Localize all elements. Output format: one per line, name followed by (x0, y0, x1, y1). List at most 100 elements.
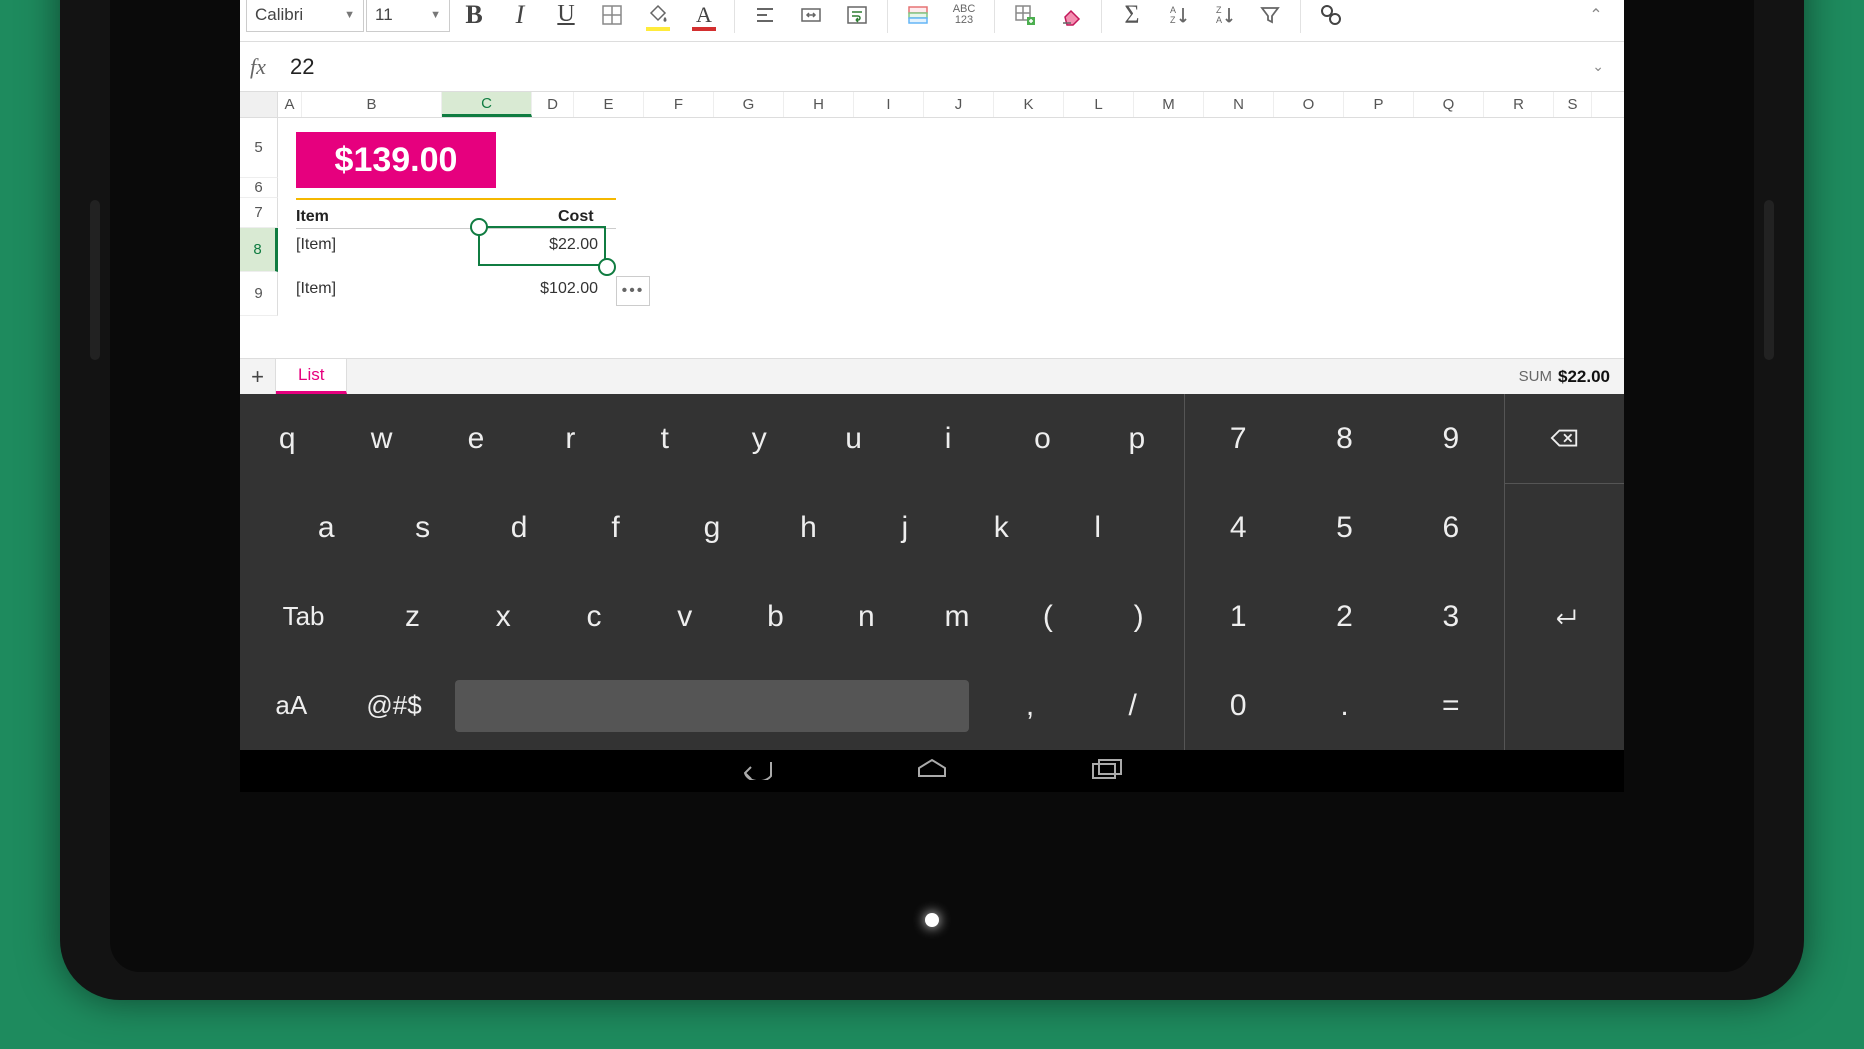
cell-item-r9[interactable]: [Item] (296, 280, 336, 298)
add-sheet-button[interactable]: + (240, 359, 276, 394)
font-name-dropdown[interactable]: Calibri▼ (246, 0, 364, 32)
col-header-M[interactable]: M (1134, 92, 1204, 117)
borders-button[interactable] (590, 0, 634, 37)
key-w[interactable]: w (334, 394, 428, 483)
formula-value[interactable]: 22 (290, 54, 1582, 80)
key-slash[interactable]: / (1081, 661, 1184, 750)
spreadsheet-grid[interactable]: 56789 $139.00 Item Cost [Item] $22.00 [I… (240, 118, 1624, 358)
key-9[interactable]: 9 (1398, 394, 1504, 483)
key-shift[interactable]: aA (240, 661, 343, 750)
col-header-L[interactable]: L (1064, 92, 1134, 117)
key-e[interactable]: e (429, 394, 523, 483)
clear-button[interactable] (1049, 0, 1093, 37)
cell-styles-button[interactable] (896, 0, 940, 37)
selection-handle-br[interactable] (598, 258, 616, 276)
key-j[interactable]: j (857, 483, 953, 572)
find-button[interactable] (1309, 0, 1353, 37)
key-d[interactable]: d (471, 483, 567, 572)
col-header-B[interactable]: B (302, 92, 442, 117)
key-3[interactable]: 3 (1398, 572, 1504, 661)
key-z[interactable]: z (367, 572, 458, 661)
key-0[interactable]: 0 (1185, 661, 1291, 750)
key-p[interactable]: p (1090, 394, 1184, 483)
total-cell[interactable]: $139.00 (296, 132, 496, 188)
key-o[interactable]: o (995, 394, 1089, 483)
select-all-corner[interactable] (240, 92, 278, 117)
col-header-O[interactable]: O (1274, 92, 1344, 117)
key-=[interactable]: = (1398, 661, 1504, 750)
col-header-R[interactable]: R (1484, 92, 1554, 117)
key-l[interactable]: l (1050, 483, 1146, 572)
wrap-text-button[interactable] (835, 0, 879, 37)
collapse-ribbon-button[interactable]: ⌃ (1574, 0, 1618, 37)
key-f[interactable]: f (567, 483, 663, 572)
cell-item-r8[interactable]: [Item] (296, 236, 336, 254)
bold-button[interactable]: B (452, 0, 496, 37)
key-)[interactable]: ) (1093, 572, 1184, 661)
key-m[interactable]: m (912, 572, 1003, 661)
key-s[interactable]: s (374, 483, 470, 572)
key-4[interactable]: 4 (1185, 483, 1291, 572)
col-header-J[interactable]: J (924, 92, 994, 117)
nav-recent-icon[interactable] (1089, 758, 1123, 785)
col-header-P[interactable]: P (1344, 92, 1414, 117)
row-header-6[interactable]: 6 (240, 178, 278, 198)
key-t[interactable]: t (618, 394, 712, 483)
selection-handle-tl[interactable] (470, 218, 488, 236)
key-c[interactable]: c (549, 572, 640, 661)
key-7[interactable]: 7 (1185, 394, 1291, 483)
col-header-G[interactable]: G (714, 92, 784, 117)
key-space[interactable] (455, 680, 968, 732)
merge-button[interactable] (789, 0, 833, 37)
key-v[interactable]: v (639, 572, 730, 661)
key-6[interactable]: 6 (1398, 483, 1504, 572)
col-header-Q[interactable]: Q (1414, 92, 1484, 117)
key-q[interactable]: q (240, 394, 334, 483)
key-5[interactable]: 5 (1291, 483, 1397, 572)
key-1[interactable]: 1 (1185, 572, 1291, 661)
key-u[interactable]: u (806, 394, 900, 483)
context-menu-button[interactable]: ••• (616, 276, 650, 306)
font-color-button[interactable]: A (682, 0, 726, 37)
key-tab[interactable]: Tab (240, 572, 367, 661)
key-backspace[interactable] (1505, 394, 1624, 484)
row-header-8[interactable]: 8 (240, 228, 278, 272)
col-header-H[interactable]: H (784, 92, 854, 117)
row-header-7[interactable]: 7 (240, 198, 278, 228)
col-header-E[interactable]: E (574, 92, 644, 117)
key-([interactable]: ( (1002, 572, 1093, 661)
formula-bar[interactable]: fx 22 ⌄ (240, 42, 1624, 92)
col-header-A[interactable]: A (278, 92, 302, 117)
filter-button[interactable] (1248, 0, 1292, 37)
column-header-cost[interactable]: Cost (558, 208, 594, 226)
number-format-button[interactable]: ABC123 (942, 0, 986, 37)
italic-button[interactable]: I (498, 0, 542, 37)
key-b[interactable]: b (730, 572, 821, 661)
cell-cost-r9[interactable]: $102.00 (536, 280, 598, 298)
key-8[interactable]: 8 (1291, 394, 1397, 483)
nav-back-icon[interactable] (741, 758, 775, 785)
col-header-I[interactable]: I (854, 92, 924, 117)
row-header-9[interactable]: 9 (240, 272, 278, 316)
key-enter[interactable] (1505, 573, 1624, 662)
font-size-dropdown[interactable]: 11▼ (366, 0, 450, 32)
key-comma[interactable]: , (979, 661, 1082, 750)
key-r[interactable]: r (523, 394, 617, 483)
key-n[interactable]: n (821, 572, 912, 661)
selection-box[interactable] (478, 226, 606, 266)
col-header-D[interactable]: D (532, 92, 574, 117)
sheet-tab-list[interactable]: List (276, 359, 347, 394)
fill-color-button[interactable] (636, 0, 680, 37)
align-left-button[interactable] (743, 0, 787, 37)
column-header-item[interactable]: Item (296, 208, 329, 226)
key-k[interactable]: k (953, 483, 1049, 572)
nav-home-icon[interactable] (915, 758, 949, 785)
key-i[interactable]: i (901, 394, 995, 483)
key-a[interactable]: a (278, 483, 374, 572)
key-symbols[interactable]: @#$ (343, 661, 446, 750)
key-g[interactable]: g (664, 483, 760, 572)
col-header-F[interactable]: F (644, 92, 714, 117)
row-header-5[interactable]: 5 (240, 118, 278, 178)
insert-cells-button[interactable] (1003, 0, 1047, 37)
key-y[interactable]: y (712, 394, 806, 483)
